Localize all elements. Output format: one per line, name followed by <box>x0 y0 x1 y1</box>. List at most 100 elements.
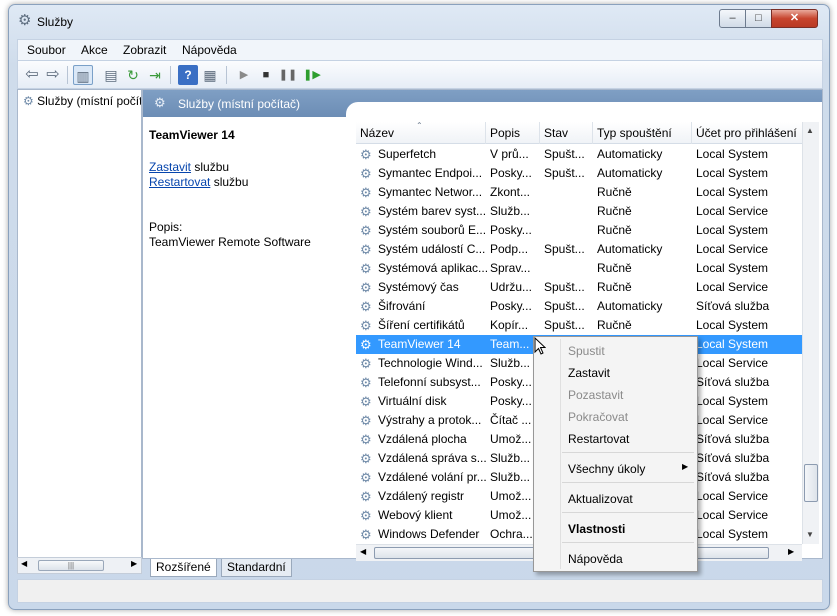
scroll-up-icon[interactable]: ▲ <box>806 126 814 135</box>
scroll-down-icon[interactable]: ▼ <box>806 530 814 539</box>
restart-service-link[interactable]: Restartovat <box>149 175 210 189</box>
scroll-right-icon[interactable]: ▶ <box>788 547 794 556</box>
table-row[interactable]: ⚙ Systém souborů E... Posky... Ručně Local S… <box>356 221 802 240</box>
stop-icon[interactable]: ■ <box>256 65 276 85</box>
close-button[interactable]: ✕ <box>771 9 818 28</box>
ctx-all-tasks[interactable]: Všechny úkoly <box>568 462 645 476</box>
column-header-description[interactable]: Popis <box>486 122 540 144</box>
pane-header: ⚙ Služby (místní počítač) <box>143 90 822 117</box>
scroll-left-icon[interactable]: ◀ <box>360 547 366 556</box>
console-tree-icon[interactable]: ▥ <box>73 65 93 85</box>
cell-logon-as: Local System <box>696 166 769 180</box>
cell-logon-as: Local Service <box>696 204 769 218</box>
menu-zobrazit[interactable]: Zobrazit <box>123 43 166 57</box>
menu-soubor[interactable]: Soubor <box>27 43 66 57</box>
tree-item-label: Služby (místní počítač) <box>37 94 141 108</box>
scroll-thumb[interactable]: ||| <box>38 560 104 571</box>
menu-akce[interactable]: Akce <box>81 43 108 57</box>
scroll-thumb[interactable] <box>804 464 818 502</box>
table-row[interactable]: ⚙ Symantec Endpoi... Posky... Spušt... Autom… <box>356 164 802 183</box>
cell-logon-as: Síťová služba <box>696 299 770 313</box>
column-header-status[interactable]: Stav <box>540 122 593 144</box>
toolbar-separator <box>170 66 171 84</box>
table-row[interactable]: ⚙ Šifrování Posky... Spušt... Automaticky Síť… <box>356 297 802 316</box>
play-icon[interactable]: ▶ <box>234 65 254 85</box>
table-row[interactable]: ⚙ Systémová aplikac... Sprav... Ručně Local … <box>356 259 802 278</box>
cell-startup-type: Automaticky <box>597 299 663 313</box>
cell-startup-type: Ručně <box>597 280 632 294</box>
cell-description: Posky... <box>490 223 532 237</box>
service-gear-icon: ⚙ <box>360 204 372 219</box>
service-gear-icon: ⚙ <box>360 337 372 352</box>
ctx-stop[interactable]: Zastavit <box>568 366 610 380</box>
toolbar: ⇦ ⇨ ▥ ▤ ↻ ⇥ ? ▦ ▶ ■ ❚❚ ❚▶ <box>17 61 823 89</box>
menu-napoveda[interactable]: Nápověda <box>182 43 237 57</box>
stop-service-link[interactable]: Zastavit <box>149 160 191 174</box>
properties-icon[interactable]: ▤ <box>101 65 121 85</box>
cell-description: V prů... <box>490 147 529 161</box>
resume-icon[interactable]: ❚▶ <box>302 65 322 85</box>
refresh-icon[interactable]: ↻ <box>123 65 143 85</box>
cell-name: TeamViewer 14 <box>378 337 461 351</box>
ctx-pause[interactable]: Pozastavit <box>568 388 623 402</box>
ctx-resume[interactable]: Pokračovat <box>568 410 628 424</box>
minimize-button[interactable]: – <box>719 9 746 28</box>
menu-separator <box>562 452 694 453</box>
tab-extended[interactable]: Rozšířené <box>150 559 217 577</box>
cell-logon-as: Local Service <box>696 508 769 522</box>
ctx-help[interactable]: Nápověda <box>568 552 623 566</box>
column-header-logon-as[interactable]: Účet pro přihlášení <box>692 122 802 144</box>
ctx-refresh[interactable]: Aktualizovat <box>568 492 633 506</box>
service-gear-icon: ⚙ <box>360 166 372 181</box>
service-gear-icon: ⚙ <box>360 451 372 466</box>
cell-name: Šifrování <box>378 299 426 313</box>
table-row[interactable]: ⚙ Superfetch V prů... Spušt... Automaticky Lo… <box>356 145 802 164</box>
help-icon[interactable]: ? <box>178 65 198 85</box>
scroll-left-icon[interactable]: ◀ <box>21 559 27 568</box>
pause-icon[interactable]: ❚❚ <box>278 65 298 85</box>
export-icon[interactable]: ⇥ <box>145 65 165 85</box>
tab-standard[interactable]: Standardní <box>221 559 292 577</box>
cell-startup-type: Automaticky <box>597 242 663 256</box>
view-icon[interactable]: ▦ <box>200 65 220 85</box>
ctx-start[interactable]: Spustit <box>568 344 605 358</box>
vertical-scrollbar[interactable]: ▲ ▼ <box>802 122 819 544</box>
title-bar[interactable]: ⚙ Služby – □ ✕ <box>9 5 829 37</box>
services-icon: ⚙ <box>154 95 166 110</box>
cell-logon-as: Local Service <box>696 280 769 294</box>
cell-name: Systém souborů E... <box>378 223 487 237</box>
ctx-properties[interactable]: Vlastnosti <box>568 522 625 536</box>
toolbar-separator <box>67 66 68 84</box>
view-tabs: Rozšířené Standardní <box>142 559 823 577</box>
service-gear-icon: ⚙ <box>360 489 372 504</box>
cell-status: Spušt... <box>544 299 585 313</box>
cell-logon-as: Local Service <box>696 489 769 503</box>
left-horizontal-scrollbar[interactable]: ◀ ||| ▶ <box>17 557 142 574</box>
service-gear-icon: ⚙ <box>360 527 372 542</box>
cell-startup-type: Ručně <box>597 223 632 237</box>
cell-logon-as: Local Service <box>696 242 769 256</box>
scroll-right-icon[interactable]: ▶ <box>131 559 137 568</box>
cell-logon-as: Local System <box>696 394 769 408</box>
table-row[interactable]: ⚙ Systém barev syst... Služb... Ručně Local … <box>356 202 802 221</box>
cell-logon-as: Síťová služba <box>696 432 770 446</box>
table-row[interactable]: ⚙ Systémový čas Udržu... Spušt... Ručně Local… <box>356 278 802 297</box>
column-header-name[interactable]: ⌃ Název <box>356 122 486 144</box>
cell-name: Systémový čas <box>378 280 459 294</box>
service-gear-icon: ⚙ <box>360 470 372 485</box>
maximize-button[interactable]: □ <box>745 9 772 28</box>
table-row[interactable]: ⚙ Šíření certifikátů Kopír... Spušt... Ručně… <box>356 316 802 335</box>
cell-status: Spušt... <box>544 280 585 294</box>
pane-title: Služby (místní počítač) <box>178 97 301 111</box>
services-icon: ⚙ <box>23 94 34 108</box>
cell-name: Superfetch <box>378 147 437 161</box>
table-row[interactable]: ⚙ Systém událostí C... Podp... Spušt... Auto… <box>356 240 802 259</box>
ctx-restart[interactable]: Restartovat <box>568 432 629 446</box>
column-header-startup-type[interactable]: Typ spouštění <box>593 122 692 144</box>
cell-description: Zkont... <box>490 185 531 199</box>
tree-item-services[interactable]: ⚙ Služby (místní počítač) <box>23 94 141 108</box>
forward-icon[interactable]: ⇨ <box>43 65 63 85</box>
table-row[interactable]: ⚙ Symantec Networ... Zkont... Ručně Local Sy… <box>356 183 802 202</box>
mouse-cursor-icon <box>534 337 546 355</box>
back-icon[interactable]: ⇦ <box>22 65 42 85</box>
